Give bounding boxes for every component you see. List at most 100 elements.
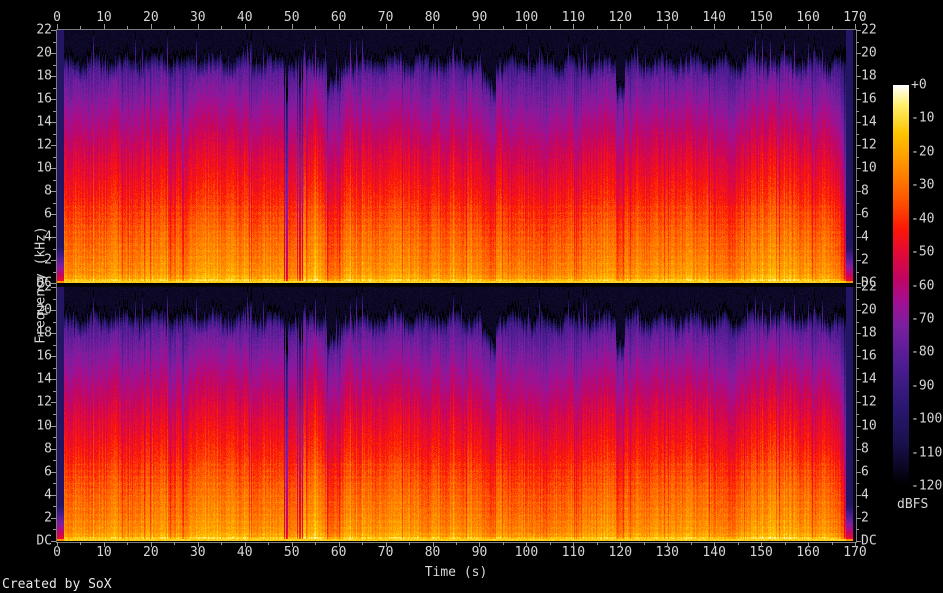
time-minor-tick-top: [221, 26, 223, 29]
time-tick-label-bottom: 20: [143, 545, 159, 560]
freq-tick-left: [51, 145, 56, 146]
freq-minor-tick-left: [53, 483, 56, 485]
freq-minor-tick-left: [53, 248, 56, 250]
freq-tick-label-left: 12: [36, 394, 52, 410]
time-minor-tick-bottom: [127, 542, 129, 545]
freq-minor-tick-right: [856, 506, 859, 508]
time-tick-bottom: [573, 542, 575, 547]
time-tick-top: [150, 24, 152, 29]
time-tick-top: [244, 24, 246, 29]
freq-tick-right: [856, 191, 861, 192]
freq-tick-label-right: 18: [861, 68, 877, 84]
freq-minor-tick-left: [53, 529, 56, 531]
freq-tick-label-left: 14: [36, 371, 52, 387]
time-minor-tick-top: [502, 26, 504, 29]
freq-tick-right: [856, 237, 861, 238]
time-minor-tick-top: [174, 26, 176, 29]
freq-tick-label-right: 6: [861, 464, 869, 480]
colorbar-tick-label: -70: [911, 311, 935, 327]
time-minor-tick-bottom: [502, 542, 504, 545]
time-tick-top: [855, 24, 856, 29]
freq-tick-label-left: 22: [36, 279, 52, 295]
time-tick-label-bottom: 40: [236, 545, 253, 560]
colorbar-title: dBFS: [897, 497, 929, 512]
freq-tick-label-left: 12: [36, 137, 52, 153]
time-tick-top: [667, 24, 669, 29]
time-minor-tick-bottom: [737, 542, 739, 545]
time-tick-top: [338, 24, 340, 29]
freq-tick-left: [51, 99, 56, 100]
time-tick-label-top: 10: [96, 10, 112, 25]
freq-tick-right: [856, 425, 861, 427]
time-tick-label-top: 0: [53, 10, 61, 25]
freq-tick-label-left: 8: [44, 441, 52, 457]
freq-tick-label-left: 10: [36, 418, 52, 434]
time-minor-tick-top: [315, 26, 317, 29]
freq-minor-tick-left: [53, 344, 56, 346]
freq-minor-tick-left: [53, 460, 56, 462]
freq-minor-tick-right: [856, 529, 859, 531]
freq-tick-right: [856, 541, 861, 542]
freq-tick-left: [51, 214, 56, 215]
freq-minor-tick-left: [53, 156, 56, 158]
time-minor-tick-bottom: [596, 542, 598, 545]
freq-tick-left: [51, 30, 56, 31]
time-tick-label-bottom: 160: [796, 545, 820, 560]
time-tick-label-top: 160: [796, 10, 820, 25]
freq-tick-right: [856, 168, 861, 169]
credit-text: Created by SoX: [2, 577, 112, 592]
freq-tick-left: [51, 237, 56, 238]
freq-tick-label-right: 14: [861, 114, 877, 130]
time-tick-bottom: [432, 542, 434, 547]
colorbar-tick-label: -30: [911, 177, 935, 193]
freq-minor-tick-left: [53, 414, 56, 415]
freq-tick-right: [856, 145, 861, 146]
freq-minor-tick-left: [53, 390, 56, 392]
freq-tick-left: [51, 76, 56, 77]
time-tick-label-bottom: 60: [330, 545, 347, 560]
time-tick-label-bottom: 30: [189, 545, 206, 560]
time-minor-tick-top: [268, 26, 270, 29]
time-tick-label-top: 150: [749, 10, 773, 25]
time-tick-label-top: 70: [377, 10, 394, 25]
time-minor-tick-bottom: [456, 542, 457, 545]
freq-minor-tick-left: [53, 298, 56, 300]
freq-tick-label-right: 12: [861, 394, 877, 410]
time-tick-label-top: 20: [143, 10, 159, 25]
time-tick-top: [573, 24, 575, 29]
time-tick-bottom: [385, 542, 387, 547]
time-tick-top: [808, 24, 810, 29]
time-tick-bottom: [291, 542, 293, 547]
time-tick-bottom: [808, 542, 810, 547]
freq-tick-label-left: 4: [44, 229, 52, 245]
time-tick-label-bottom: 100: [514, 545, 539, 560]
time-tick-label-top: 40: [236, 10, 253, 25]
freq-tick-left: [51, 260, 56, 261]
time-tick-label-bottom: 0: [53, 545, 61, 560]
time-tick-label-top: 130: [655, 10, 679, 25]
freq-tick-right: [856, 356, 861, 358]
freq-minor-tick-left: [53, 367, 56, 369]
time-tick-top: [385, 24, 387, 29]
freq-minor-tick-left: [53, 271, 56, 273]
time-minor-tick-top: [831, 26, 833, 29]
time-minor-tick-top: [362, 26, 364, 29]
freq-tick-label-right: 12: [861, 137, 877, 153]
time-tick-bottom: [667, 542, 669, 547]
freq-tick-label-left: 18: [36, 325, 52, 341]
time-tick-bottom: [244, 542, 246, 547]
time-tick-top: [526, 24, 528, 29]
freq-tick-label-right: 6: [861, 206, 869, 222]
time-tick-top: [291, 24, 293, 29]
time-minor-tick-top: [549, 26, 551, 29]
time-minor-tick-bottom: [643, 542, 645, 545]
time-tick-label-top: 140: [702, 10, 726, 25]
freq-tick-label-right: 2: [861, 252, 869, 268]
colorbar-tick-label: -50: [911, 244, 935, 260]
freq-tick-label-right: 18: [861, 325, 877, 341]
freq-minor-tick-right: [856, 321, 859, 323]
freq-tick-label-right: 20: [861, 302, 877, 318]
freq-minor-tick-right: [856, 64, 859, 66]
time-tick-bottom: [197, 542, 199, 547]
freq-tick-left: [51, 402, 56, 404]
